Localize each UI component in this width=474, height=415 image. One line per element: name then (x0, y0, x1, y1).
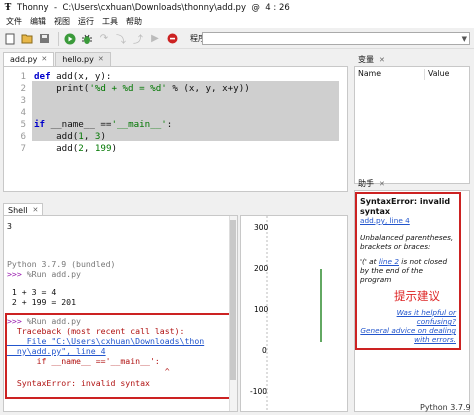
plotter-tick: 100 (254, 305, 269, 314)
tab-label: add.py (10, 55, 38, 64)
close-icon[interactable]: ✕ (41, 53, 47, 66)
code-line: 4 (4, 107, 347, 119)
toolbar: ↷ ⤵ ⤴ ▶ 程序参数: ▼ (0, 29, 474, 49)
shell-line: ^ (7, 366, 170, 376)
line-number: 2 (20, 83, 26, 94)
code-line: 6 add(1, 3) (4, 131, 347, 143)
shell-line: 2 + 199 = 201 (7, 297, 77, 307)
python-version: Python 3.7.9 (420, 403, 471, 412)
tab-label: hello.py (62, 55, 94, 64)
shell-line: >>> %Run add.py (7, 316, 81, 326)
plotter-tick: 300 (254, 223, 269, 232)
code-text: def add(x, y): (34, 71, 112, 82)
code-line: 5 if __name__ =='__main__': (4, 119, 347, 131)
shell-line: 3 (7, 221, 12, 231)
step-into-icon[interactable]: ⤵ (114, 32, 128, 46)
tab-hello-py[interactable]: hello.py ✕ (55, 52, 111, 66)
debug-icon[interactable] (80, 32, 94, 46)
code-text: add(1, 3) (34, 131, 106, 142)
shell-line: if __name__ =='__main__': (7, 356, 160, 366)
error-title: SyntaxError: invalid syntax (360, 197, 451, 216)
menu-help[interactable]: 帮助 (122, 16, 146, 27)
tab-add-py[interactable]: add.py ✕ (3, 52, 55, 66)
scrollbar-thumb[interactable] (230, 220, 236, 380)
column-value[interactable]: Value (425, 69, 449, 80)
plotter-tick: 0 (262, 346, 267, 355)
variables-tab-label: 变量 (358, 55, 374, 64)
code-line: 7 add(2, 199) (4, 143, 347, 155)
line-number: 1 (20, 71, 26, 82)
line-number: 3 (20, 95, 26, 106)
variables-panel: Name Value (354, 66, 470, 184)
assistant-tab-label: 助手 (358, 179, 374, 188)
plotter-panel: 300 200 100 0 -100 (240, 215, 348, 412)
code-text: if __name__ =='__main__': (34, 119, 173, 130)
close-icon[interactable]: ✕ (98, 53, 104, 66)
plotter-tick: -100 (250, 387, 267, 396)
menu-run[interactable]: 运行 (74, 16, 98, 27)
shell-console[interactable]: 3 Python 3.7.9 (bundled) >>> %Run add.py… (3, 215, 238, 412)
line-number: 5 (20, 119, 26, 130)
step-out-icon[interactable]: ⤴ (131, 32, 145, 46)
close-icon[interactable]: ✕ (379, 56, 385, 64)
plotter-tick: 200 (254, 264, 269, 273)
menu-bar: 文件 编辑 视图 运行 工具 帮助 (0, 15, 474, 28)
shell-line: Python 3.7.9 (bundled) (7, 259, 116, 269)
title-bar: Ŧ Thonny - C:\Users\cxhuan\Downloads\tho… (0, 0, 474, 15)
editor-tabs: add.py ✕ hello.py ✕ (3, 52, 112, 66)
assistant-error-box: SyntaxError: invalid syntax add.py, line… (355, 192, 461, 350)
shell-line: SyntaxError: invalid syntax (7, 378, 150, 388)
thonny-logo-icon: Ŧ (4, 2, 12, 13)
plotter-svg: 300 200 100 0 -100 (250, 216, 322, 411)
run-icon[interactable] (63, 32, 77, 46)
save-icon[interactable] (37, 32, 51, 46)
step-over-icon[interactable]: ↷ (97, 32, 111, 46)
close-icon[interactable]: ✕ (33, 206, 39, 214)
code-line: 3 (4, 95, 347, 107)
detail-text: '(' at line 2 is not closed by the end o… (360, 257, 456, 284)
shell-scrollbar[interactable] (229, 216, 237, 411)
code-line: 1 def add(x, y): (4, 71, 347, 83)
helpful-link[interactable]: Was it helpful or confusing? (360, 308, 456, 326)
tab-variables[interactable]: 变量 ✕ (354, 53, 389, 66)
close-icon[interactable]: ✕ (379, 180, 385, 188)
shell-line: >>> %Run add.py (7, 269, 81, 279)
traceback-file-link[interactable]: File "C:\Users\cxhuan\Downloads\thon (7, 336, 204, 346)
window-title: Thonny - C:\Users\cxhuan\Downloads\thonn… (17, 2, 290, 13)
menu-tools[interactable]: 工具 (98, 16, 122, 27)
line-number: 6 (20, 131, 26, 142)
suggestion-annotation: 提示建议 (394, 289, 440, 303)
code-line: 2 print('%d + %d = %d' % (x, y, x+y)) (4, 83, 347, 95)
traceback-file-link[interactable]: ny\add.py", line 4 (7, 346, 106, 356)
general-advice-link[interactable]: General advice on dealing with errors. (360, 326, 456, 344)
menu-file[interactable]: 文件 (2, 16, 26, 27)
toolbar-separator (58, 31, 59, 46)
chevron-down-icon[interactable]: ▼ (462, 33, 467, 45)
code-editor[interactable]: 1 def add(x, y): 2 print('%d + %d = %d' … (3, 66, 348, 192)
variables-header: Name Value (355, 69, 469, 80)
new-file-icon[interactable] (3, 32, 17, 46)
menu-edit[interactable]: 编辑 (26, 16, 50, 27)
shell-line: 1 + 3 = 4 (7, 287, 57, 297)
menu-view[interactable]: 视图 (50, 16, 74, 27)
line-number: 4 (20, 107, 26, 118)
shell-tab-label: Shell (8, 205, 28, 215)
unbalanced-text: Unbalanced parentheses, brackets or brac… (360, 233, 454, 251)
tab-assistant[interactable]: 助手 ✕ (354, 177, 389, 190)
detail-pre: '(' at (360, 257, 379, 266)
shell-line: Traceback (most recent call last): (7, 326, 185, 336)
column-name[interactable]: Name (355, 69, 425, 80)
program-args-input[interactable]: ▼ (202, 32, 470, 45)
detail-line-link[interactable]: line 2 (379, 257, 399, 266)
code-text: add(2, 199) (34, 143, 118, 154)
resume-icon[interactable]: ▶ (148, 32, 162, 46)
error-location-link[interactable]: add.py, line 4 (360, 216, 456, 225)
code-text: print('%d + %d = %d' % (x, y, x+y)) (34, 83, 250, 94)
open-folder-icon[interactable] (20, 32, 34, 46)
line-number: 7 (20, 143, 26, 154)
stop-icon[interactable] (165, 32, 179, 46)
